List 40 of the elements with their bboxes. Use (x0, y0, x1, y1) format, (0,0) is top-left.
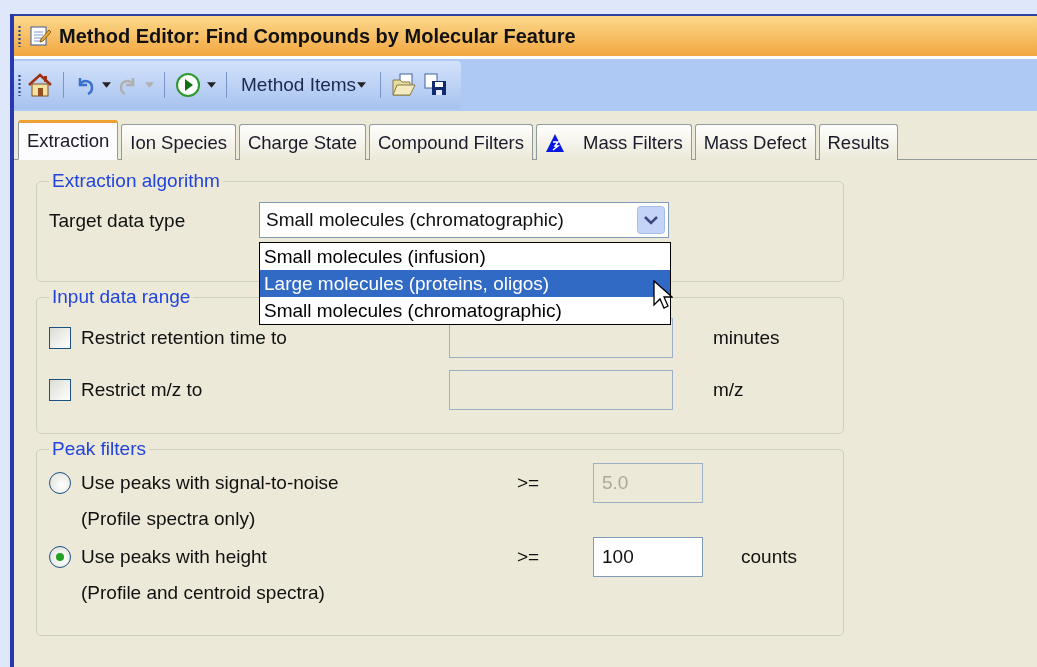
group-title: Peak filters (51, 438, 147, 460)
dropdown-option[interactable]: Small molecules (infusion) (260, 243, 670, 270)
tab[interactable]: Ion Species (121, 124, 236, 160)
method-items-menu[interactable]: Method Items (237, 74, 371, 96)
triangle-icon (545, 132, 565, 153)
window-title: Method Editor: Find Compounds by Molecular Feature (59, 24, 576, 48)
unit-label: m/z (712, 379, 745, 401)
caret-icon[interactable] (102, 82, 111, 88)
tab[interactable]: Compound Filters (368, 124, 533, 160)
caret-icon[interactable] (207, 82, 216, 88)
radio-note: (Profile spectra only) (81, 508, 257, 530)
tab[interactable]: Extraction (18, 120, 119, 160)
checkbox[interactable] (49, 327, 71, 349)
unit-label: minutes (712, 327, 781, 349)
notepad-icon (29, 25, 51, 47)
operator-label: >= (517, 472, 541, 494)
radio-button[interactable] (49, 546, 71, 568)
group-title: Input data range (51, 286, 192, 308)
checkbox-label: Restrict m/z to (81, 379, 204, 401)
tab[interactable]: Results (818, 124, 899, 160)
dropdown[interactable]: Small molecules (chromatographic) (259, 202, 669, 238)
caret-icon (357, 82, 367, 88)
radio-label: Use peaks with height (81, 546, 268, 568)
home-icon[interactable] (27, 72, 53, 98)
unit-label: counts (740, 546, 798, 568)
folder-icon[interactable] (391, 72, 418, 98)
radio-label: Use peaks with signal-to-noise (81, 472, 340, 494)
input-field[interactable]: 100 (593, 537, 703, 577)
tab[interactable]: Mass Filters (536, 124, 692, 160)
checkbox[interactable] (49, 379, 71, 401)
group-title: Extraction algorithm (51, 170, 221, 192)
tab[interactable]: Charge State (238, 124, 366, 160)
dropdown-option[interactable]: Small molecules (chromatographic) (260, 297, 670, 324)
play-icon[interactable] (175, 72, 201, 98)
operator-label: >= (517, 546, 541, 568)
radio-note: (Profile and centroid spectra) (81, 582, 326, 604)
field-label: Target data type (49, 209, 187, 232)
dropdown-option[interactable]: Large molecules (proteins, oligos) (260, 270, 670, 297)
checkbox-label: Restrict retention time to (81, 327, 288, 349)
tab[interactable]: Mass Defect (694, 124, 816, 160)
